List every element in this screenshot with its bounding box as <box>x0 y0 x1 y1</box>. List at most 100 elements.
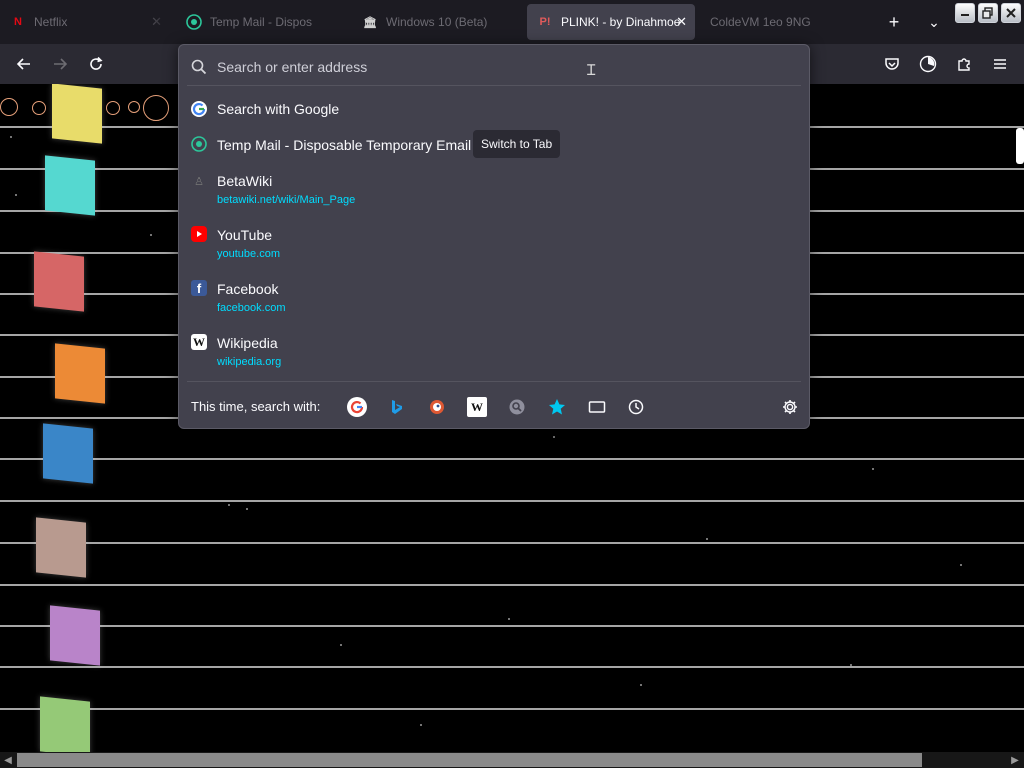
temp-mail-icon <box>186 14 202 30</box>
color-block <box>40 696 90 752</box>
tab-label: Temp Mail - Dispos <box>210 15 313 29</box>
urlbar-input[interactable] <box>217 53 805 81</box>
ring-decoration <box>106 101 120 115</box>
minimize-button[interactable] <box>955 3 975 23</box>
color-block <box>43 423 93 484</box>
scroll-right-arrow-icon[interactable]: ▶ <box>1008 753 1022 767</box>
star-dot <box>420 724 422 726</box>
color-block <box>45 155 95 216</box>
divider <box>0 708 1024 710</box>
divider <box>187 85 801 86</box>
result-betawiki[interactable]: ♙ BetaWiki betawiki.net/wiki/Main_Page <box>189 167 801 211</box>
divider <box>0 542 1024 544</box>
forward-button[interactable] <box>48 52 72 76</box>
wikipedia-icon: W <box>191 334 207 350</box>
result-url: facebook.com <box>217 302 286 314</box>
tab-label: PLINK! - by Dinahmoe <box>561 15 681 29</box>
star-dot <box>508 618 510 620</box>
tab-temp-mail[interactable]: Temp Mail - Dispos <box>176 4 346 40</box>
star-dot <box>850 664 852 666</box>
history-clock-icon[interactable] <box>626 397 646 417</box>
result-title: BetaWiki <box>217 173 273 189</box>
search-icon <box>191 59 207 75</box>
one-off-label: This time, search with: <box>191 399 321 414</box>
scrollbar-thumb[interactable] <box>17 753 922 767</box>
betawiki-icon: ♙ <box>194 175 204 188</box>
reload-icon <box>90 56 103 70</box>
tab-betawiki[interactable]: 🏛 Windows 10 (Beta) <box>352 4 522 40</box>
result-wikipedia[interactable]: W Wikipedia wikipedia.org <box>189 329 801 373</box>
divider <box>0 458 1024 460</box>
arrow-right-icon <box>54 58 68 70</box>
ring-decoration <box>143 95 169 121</box>
new-tab-button[interactable]: + <box>882 10 906 34</box>
app-menu-button[interactable] <box>988 52 1012 76</box>
star-dot <box>10 136 12 138</box>
tab-other[interactable]: ColdeVM 1eo 9NG <box>700 4 865 40</box>
reload-button[interactable] <box>84 52 108 76</box>
urlbar[interactable] <box>185 51 805 83</box>
text-cursor-icon: Ɪ <box>587 62 596 79</box>
result-url: betawiki.net/wiki/Main_Page <box>217 194 356 206</box>
color-block <box>36 517 86 578</box>
temp-mail-icon <box>191 136 207 152</box>
switch-to-tab-badge[interactable]: Switch to Tab <box>473 130 561 158</box>
urlbar-popup: Ɪ Search with Google Temp Mail - Disposa… <box>178 44 810 429</box>
star-dot <box>553 436 555 438</box>
plink-icon: P! <box>539 16 551 28</box>
list-all-tabs-button[interactable]: ⌄ <box>922 10 946 34</box>
arrow-left-icon <box>16 58 30 70</box>
close-window-button[interactable] <box>1001 3 1021 23</box>
result-url: youtube.com <box>217 248 280 260</box>
back-button[interactable] <box>12 52 36 76</box>
wikipedia-icon[interactable]: W <box>467 397 487 417</box>
facebook-icon: f <box>191 280 207 296</box>
star-dot <box>15 194 17 196</box>
result-youtube[interactable]: YouTube youtube.com <box>189 221 801 265</box>
extensions-button[interactable] <box>952 52 976 76</box>
horizontal-scrollbar[interactable]: ◀ ▶ <box>0 752 1024 768</box>
gear-icon[interactable] <box>780 397 800 417</box>
color-block <box>50 605 100 666</box>
google-icon <box>191 101 207 117</box>
search-engine-icon[interactable] <box>507 397 527 417</box>
hamburger-menu-icon <box>994 59 1006 69</box>
star-dot <box>150 234 152 236</box>
result-title: Wikipedia <box>217 335 278 351</box>
close-icon[interactable]: ✕ <box>151 14 162 30</box>
result-title: Temp Mail - Disposable Temporary Email <box>217 137 472 153</box>
tab-label: Netflix <box>34 15 68 29</box>
tab-netflix[interactable]: N Netflix ✕ <box>0 4 170 40</box>
account-icon <box>919 55 937 73</box>
tabs-icon[interactable] <box>587 397 607 417</box>
result-title: Facebook <box>217 281 279 297</box>
youtube-icon <box>191 226 207 242</box>
bing-icon[interactable] <box>387 397 407 417</box>
restore-button[interactable] <box>978 3 998 23</box>
one-off-search-bar: This time, search with: W <box>179 385 809 429</box>
close-icon[interactable]: ✕ <box>676 14 687 30</box>
result-facebook[interactable]: f Facebook facebook.com <box>189 275 801 319</box>
pocket-button[interactable] <box>880 52 904 76</box>
scroll-left-arrow-icon[interactable]: ◀ <box>1 753 15 767</box>
result-title: Search with Google <box>217 101 340 117</box>
google-icon[interactable] <box>347 397 367 417</box>
tab-plink[interactable]: P! PLINK! - by Dinahmoe ✕ <box>527 4 695 40</box>
star-dot <box>340 644 342 646</box>
puzzle-icon <box>958 58 970 71</box>
result-search-google[interactable]: Search with Google <box>189 95 801 123</box>
divider <box>0 584 1024 586</box>
divider <box>0 500 1024 502</box>
browser-window: N Netflix ✕ Temp Mail - Dispos 🏛 Windows… <box>0 0 1024 768</box>
account-button[interactable] <box>916 52 940 76</box>
tab-strip: N Netflix ✕ Temp Mail - Dispos 🏛 Windows… <box>0 0 1024 44</box>
tab-label: Windows 10 (Beta) <box>386 15 488 29</box>
star-dot <box>706 538 708 540</box>
duckduckgo-icon[interactable] <box>427 397 447 417</box>
ring-decoration <box>128 101 140 113</box>
color-block <box>55 343 105 404</box>
netflix-icon: N <box>14 16 22 28</box>
star-dot <box>246 508 248 510</box>
star-dot <box>872 468 874 470</box>
bookmarks-star-icon[interactable] <box>547 397 567 417</box>
